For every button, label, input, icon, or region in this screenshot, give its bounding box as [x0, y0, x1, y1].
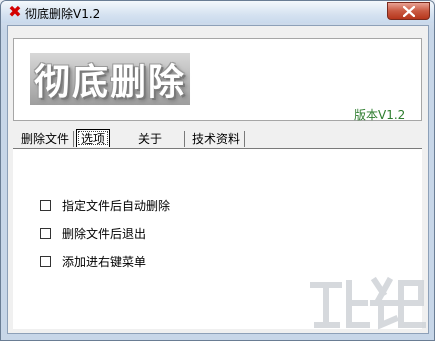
- tab-delete-files[interactable]: 删除文件: [17, 131, 75, 147]
- tab-options[interactable]: 选项: [76, 129, 111, 147]
- checkbox[interactable]: [40, 256, 51, 267]
- window-title: 彻底删除V1.2: [25, 7, 101, 21]
- checkbox[interactable]: [40, 228, 51, 239]
- tab-about[interactable]: 关于: [134, 131, 185, 147]
- checkbox[interactable]: [40, 200, 51, 211]
- close-button[interactable]: [387, 2, 430, 20]
- banner: 彻底删除 版本V1.2: [13, 38, 422, 122]
- tab-tech-info[interactable]: 技术资料: [188, 131, 246, 147]
- option-label: 删除文件后退出: [62, 227, 147, 241]
- watermark-logo: [310, 276, 426, 330]
- title-bar[interactable]: ✖ 彻底删除V1.2: [1, 1, 434, 23]
- version-label: 版本V1.2: [354, 108, 406, 122]
- option-label: 指定文件后自动删除: [62, 199, 171, 213]
- logo: 彻底删除: [30, 53, 191, 105]
- app-x-icon: ✖: [8, 2, 22, 21]
- close-icon: [403, 6, 415, 17]
- option-label: 添加进右键菜单: [62, 255, 147, 269]
- app-window: ✖ 彻底删除V1.2 彻底删除 版本V1.2 删除文件 选项 关于 技术资料 指…: [0, 0, 435, 341]
- tab-strip: 删除文件 选项 关于 技术资料: [13, 129, 422, 149]
